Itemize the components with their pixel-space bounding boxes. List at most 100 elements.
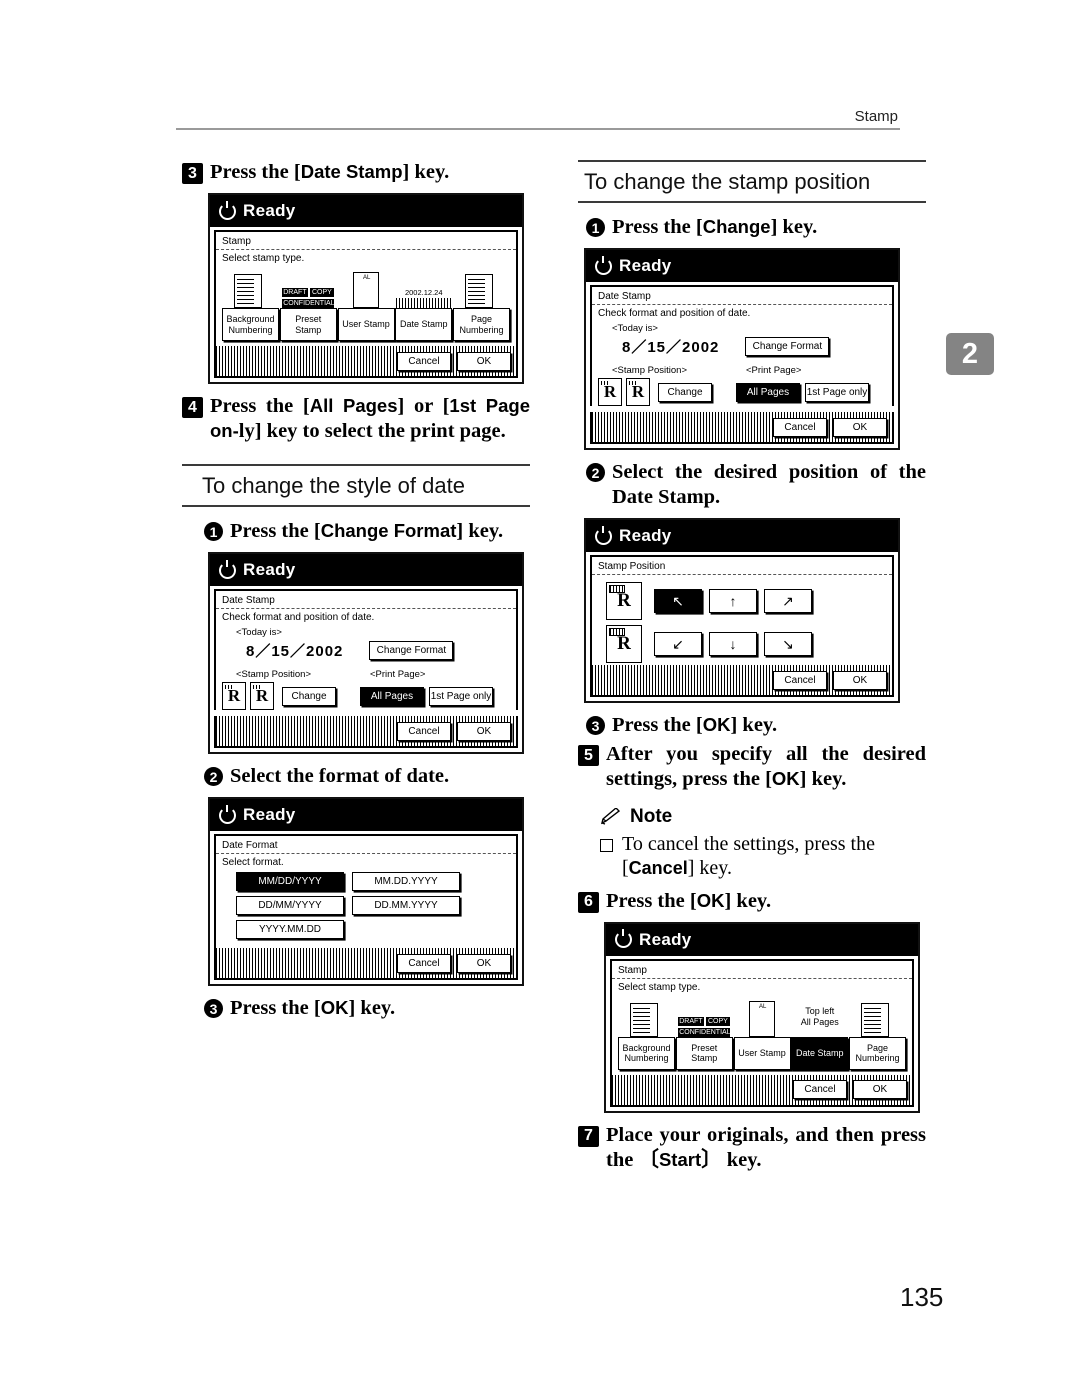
ok-button[interactable]: OK: [457, 953, 511, 973]
power-icon: [219, 559, 236, 579]
cancel-button[interactable]: Cancel: [397, 953, 451, 973]
ok-button[interactable]: OK: [833, 670, 887, 690]
page-numbering-icon: [453, 272, 510, 308]
all-pages-button[interactable]: All Pages: [736, 382, 800, 402]
arrow-down-left-button[interactable]: ↙: [654, 632, 702, 656]
stamp-type-button[interactable]: Background Numbering: [618, 1036, 675, 1070]
stamp-type-preset-stamp[interactable]: DRAFT COPY CONFIDENTIAL Preset Stamp: [675, 1001, 733, 1070]
ok-button[interactable]: OK: [853, 1080, 907, 1100]
label-line-2: Numbering: [624, 1053, 669, 1064]
step-text: Press the [All Pages] or [1st Page on-ly…: [210, 394, 530, 444]
arrow-up-left-button[interactable]: ↖: [654, 589, 702, 613]
stamp-type-button[interactable]: User Stamp: [337, 308, 395, 341]
stamp-type-background-numbering[interactable]: Background Numbering: [222, 272, 279, 341]
stamp-type-button[interactable]: Preset Stamp: [279, 308, 337, 341]
substep-text: Press the [Change] key.: [612, 215, 817, 240]
format-button-mm-dd-yyyy-dot[interactable]: MM.DD.YYYY: [352, 872, 460, 891]
stamp-type-button[interactable]: Date Stamp: [395, 308, 453, 341]
change-button[interactable]: Change: [658, 382, 712, 402]
lcd-content: Date Stamp Check format and position of …: [590, 285, 894, 406]
stamp-type-row: Background Numbering DRAFT COPY CONFIDEN…: [222, 268, 510, 346]
chapter-tab: 2: [946, 333, 994, 375]
change-format-button[interactable]: Change Format: [369, 641, 454, 660]
rule-bottom: [182, 505, 530, 507]
stamp-type-button[interactable]: Preset Stamp: [675, 1036, 733, 1070]
status-text: Ready: [619, 526, 672, 545]
format-button-yyyy-mm-dd[interactable]: YYYY.MM.DD: [236, 920, 344, 939]
format-button-mm-dd-yyyy-slash[interactable]: MM/DD/YYYY: [236, 872, 344, 891]
change-format-button[interactable]: Change Format: [745, 337, 830, 356]
stamp-type-date-stamp[interactable]: 2002.12.24 Date Stamp: [395, 272, 453, 341]
stamp-position-preview-1: R: [598, 378, 622, 406]
t: After you specify all the desired settin…: [606, 743, 926, 790]
today-value: 8／15／2002: [622, 339, 720, 356]
lcd-footer: Cancel OK: [610, 1074, 914, 1107]
stamp-type-button[interactable]: Date Stamp: [791, 1036, 849, 1070]
stamp-type-background-numbering[interactable]: Background Numbering: [618, 1000, 675, 1070]
lcd-stamp-position-screen: Ready Stamp Position R ↖ ↑ ↗ R ↙ ↓ ↘ Can…: [584, 518, 900, 703]
t: Press the [: [210, 395, 310, 417]
power-icon: [219, 804, 236, 824]
user-mark: AL: [759, 1003, 767, 1010]
label-line-2: Numbering: [459, 324, 504, 335]
note-item: To cancel the settings, press the [Cance…: [600, 832, 926, 881]
ok-button[interactable]: OK: [457, 351, 511, 371]
user-stamp-icon: AL: [734, 1000, 791, 1037]
arrow-down-button[interactable]: ↓: [709, 632, 757, 656]
cancel-button[interactable]: Cancel: [773, 670, 827, 690]
stamp-type-user-stamp[interactable]: AL User Stamp: [733, 1000, 791, 1070]
key-label: Start: [658, 1148, 702, 1170]
header-rule: [176, 128, 900, 130]
cancel-button[interactable]: Cancel: [793, 1080, 847, 1100]
screen-title: Date Stamp: [598, 291, 651, 302]
label-line-1: User Stamp: [342, 319, 390, 330]
stamp-type-button[interactable]: Page Numbering: [849, 1036, 906, 1070]
stamp-type-page-numbering[interactable]: Page Numbering: [849, 1000, 906, 1070]
t: Press the [: [612, 216, 703, 238]
arrow-down-right-button[interactable]: ↘: [764, 632, 812, 656]
all-pages-button[interactable]: All Pages: [360, 686, 424, 706]
t: ly] key to select the print page.: [238, 420, 506, 442]
cancel-button[interactable]: Cancel: [773, 417, 827, 437]
stamp-type-button[interactable]: User Stamp: [733, 1036, 791, 1070]
stamp-type-button[interactable]: Page Numbering: [453, 308, 510, 341]
lcd-content: Date Stamp Check format and position of …: [214, 589, 518, 710]
ok-button[interactable]: OK: [457, 721, 511, 741]
section-stamp-position: To change the stamp position: [578, 160, 926, 203]
key-label: OK: [696, 889, 725, 911]
t: ] key.: [799, 768, 847, 790]
stamp-type-preset-stamp[interactable]: DRAFT COPY CONFIDENTIAL Preset Stamp: [279, 272, 337, 341]
label-line-1: Page: [866, 1042, 889, 1053]
lcd-content: Date Format Select format. MM/DD/YYYY MM…: [214, 834, 518, 948]
divider: [216, 853, 516, 854]
step-3: 3 Press the [Date Stamp] key.: [182, 160, 530, 185]
label-line-1: Preset: [691, 1042, 718, 1053]
lcd-footer: Cancel OK: [590, 665, 894, 697]
change-button[interactable]: Change: [282, 686, 336, 706]
stamp-type-date-stamp[interactable]: Top left All Pages Date Stamp: [791, 1001, 849, 1070]
stamp-type-page-numbering[interactable]: Page Numbering: [453, 272, 510, 341]
t: Press the [: [230, 520, 321, 542]
stamp-type-user-stamp[interactable]: AL User Stamp: [337, 272, 395, 341]
ok-button[interactable]: OK: [833, 417, 887, 437]
format-button-dd-mm-yyyy-dot[interactable]: DD.MM.YYYY: [352, 896, 460, 915]
step-5: 5 After you specify all the desired sett…: [578, 742, 926, 792]
screen-instruction: Select stamp type.: [222, 253, 305, 264]
key-label: Change Format: [320, 520, 457, 541]
stamp-type-button[interactable]: Background Numbering: [222, 308, 279, 341]
pencil-icon: [600, 808, 621, 825]
format-button-dd-mm-yyyy-slash[interactable]: DD/MM/YYYY: [236, 896, 344, 915]
first-page-only-button[interactable]: 1st Page only: [429, 686, 493, 706]
today-label: <Today is>: [612, 323, 658, 334]
substep-number: 3: [204, 999, 223, 1018]
arrow-up-button[interactable]: ↑: [709, 589, 757, 613]
draft-label: DRAFT: [678, 1016, 704, 1026]
cancel-button[interactable]: Cancel: [397, 721, 451, 741]
arrow-up-right-button[interactable]: ↗: [764, 589, 812, 613]
screen-title: Date Stamp: [222, 595, 275, 606]
first-page-only-button[interactable]: 1st Page only: [805, 382, 869, 402]
substep-1-change-format: 1 Press the [Change Format] key.: [204, 519, 530, 544]
lcd-footer: Cancel OK: [214, 716, 518, 748]
cancel-button[interactable]: Cancel: [397, 351, 451, 371]
substep-3-press-ok: 3 Press the [OK] key.: [586, 713, 926, 738]
